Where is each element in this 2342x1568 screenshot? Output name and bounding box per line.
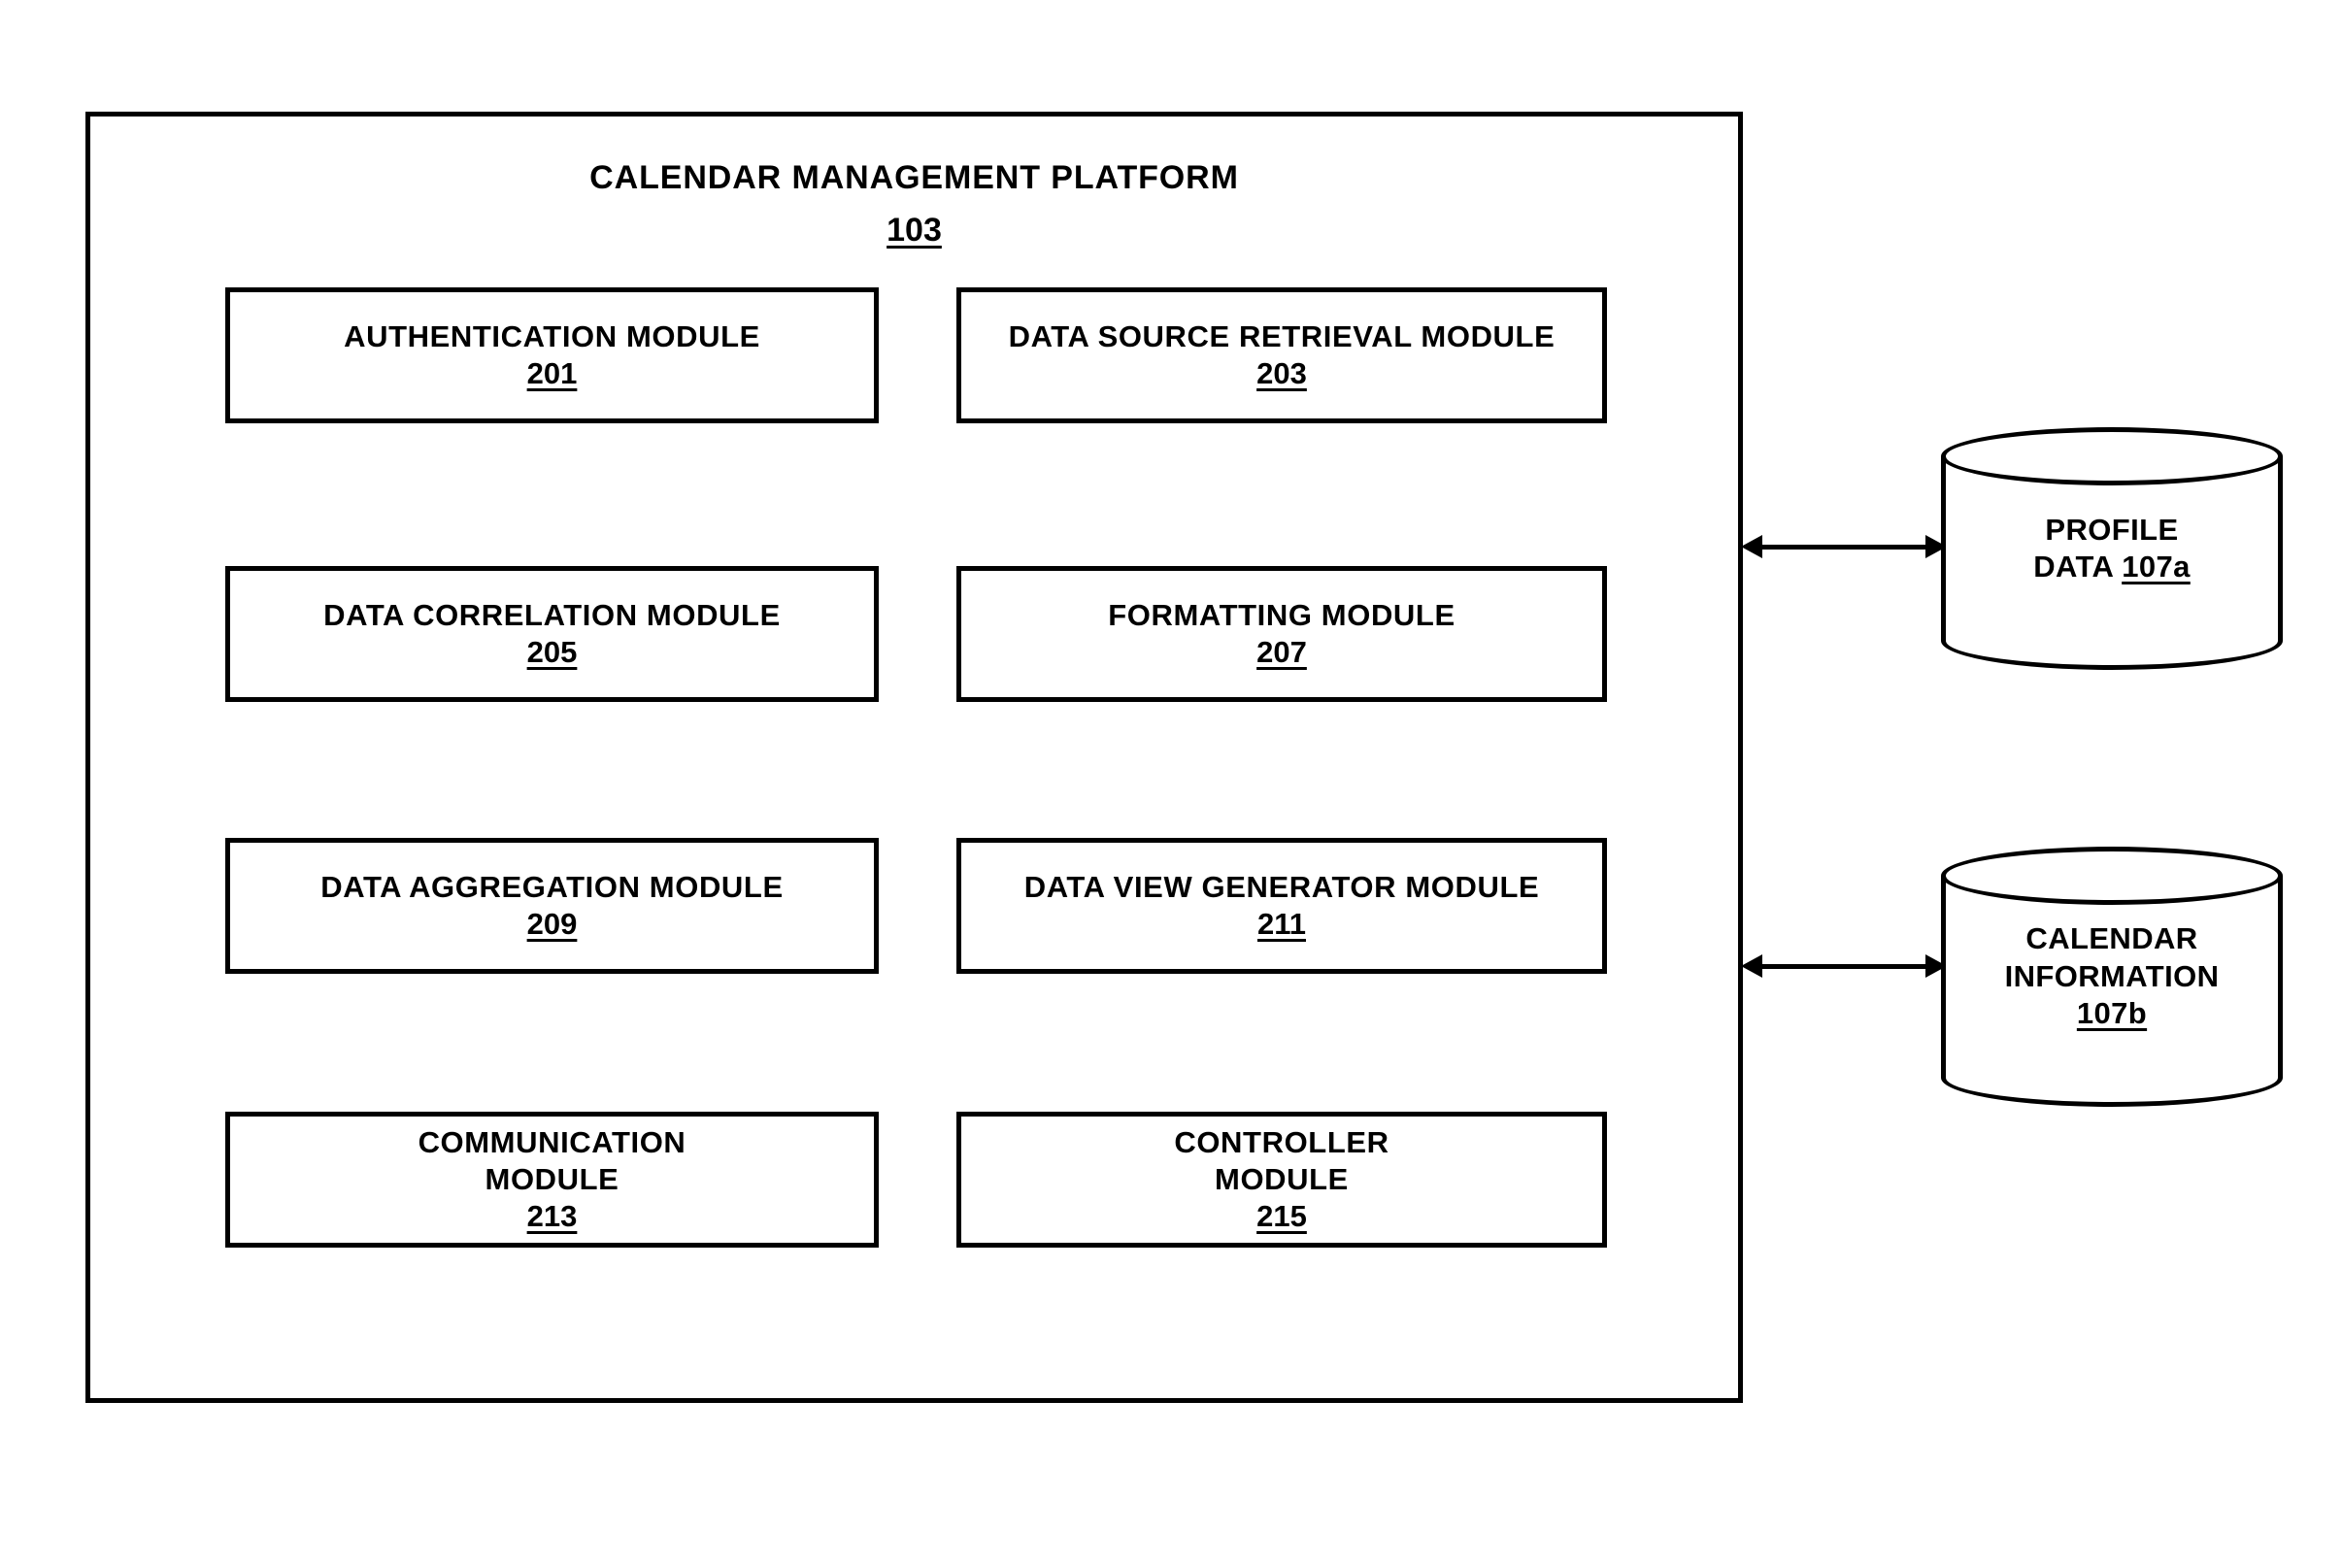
module-label: COMMUNICATION MODULE: [418, 1125, 686, 1197]
module-reference-numeral: 213: [526, 1198, 578, 1233]
platform-reference-numeral-text: 103: [887, 212, 942, 249]
module-label: CONTROLLER MODULE: [1174, 1125, 1389, 1197]
double-arrow-icon-platform-to-calendar-information: [1741, 951, 1947, 981]
module-label: DATA AGGREGATION MODULE: [320, 870, 784, 905]
module-reference-numeral: 203: [1256, 356, 1307, 390]
module-label: FORMATTING MODULE: [1108, 598, 1455, 633]
calendar-management-platform-box: CALENDAR MANAGEMENT PLATFORM 103 AUTHENT…: [85, 112, 1743, 1403]
module-box-data-correlation[interactable]: DATA CORRELATION MODULE 205: [225, 566, 879, 702]
module-box-communication[interactable]: COMMUNICATION MODULE 213: [225, 1112, 879, 1248]
module-reference-numeral: 211: [1256, 907, 1306, 941]
module-reference-numeral: 205: [526, 635, 578, 669]
datastore-profile-data[interactable]: PROFILE DATA 107a: [1941, 427, 2283, 670]
datastore-label-line-2-text: DATA: [2033, 550, 2123, 584]
module-label: AUTHENTICATION MODULE: [344, 319, 760, 354]
datastore-reference-numeral: 107a: [2122, 550, 2191, 584]
datastore-label-line-2: INFORMATION: [2004, 958, 2220, 993]
arrow-shaft: [1756, 545, 1931, 550]
module-box-controller[interactable]: CONTROLLER MODULE 215: [956, 1112, 1607, 1248]
datastore-label: CALENDAR INFORMATION 107b: [1941, 847, 2283, 1107]
module-box-data-source-retrieval[interactable]: DATA SOURCE RETRIEVAL MODULE 203: [956, 287, 1607, 423]
module-reference-numeral: 207: [1256, 635, 1307, 669]
datastore-label-line-1: PROFILE: [2045, 512, 2179, 547]
module-box-formatting[interactable]: FORMATTING MODULE 207: [956, 566, 1607, 702]
module-box-authentication[interactable]: AUTHENTICATION MODULE 201: [225, 287, 879, 423]
arrow-shaft: [1756, 964, 1931, 969]
platform-title: CALENDAR MANAGEMENT PLATFORM: [589, 159, 1239, 196]
datastore-reference-numeral: 107b: [2076, 996, 2148, 1031]
datastore-calendar-information[interactable]: CALENDAR INFORMATION 107b: [1941, 847, 2283, 1107]
module-reference-numeral: 215: [1256, 1198, 1307, 1233]
module-box-data-aggregation[interactable]: DATA AGGREGATION MODULE 209: [225, 838, 879, 974]
patent-figure: CALENDAR MANAGEMENT PLATFORM 103 AUTHENT…: [0, 0, 2342, 1568]
module-grid: AUTHENTICATION MODULE 201 DATA SOURCE RE…: [225, 287, 1607, 1349]
module-reference-numeral: 209: [526, 907, 578, 941]
datastore-label-line-2: DATA 107a: [2033, 549, 2191, 585]
module-box-data-view-generator[interactable]: DATA VIEW GENERATOR MODULE 211: [956, 838, 1607, 974]
module-reference-numeral: 201: [526, 356, 578, 390]
module-label: DATA SOURCE RETRIEVAL MODULE: [1008, 319, 1556, 354]
platform-reference-numeral: 103: [90, 214, 1738, 247]
datastore-label-line-1: CALENDAR: [2025, 921, 2198, 956]
datastore-label: PROFILE DATA 107a: [1941, 427, 2283, 670]
double-arrow-icon-platform-to-profile-data: [1741, 532, 1947, 561]
module-label: DATA VIEW GENERATOR MODULE: [1023, 870, 1540, 905]
module-label: DATA CORRELATION MODULE: [323, 598, 781, 633]
